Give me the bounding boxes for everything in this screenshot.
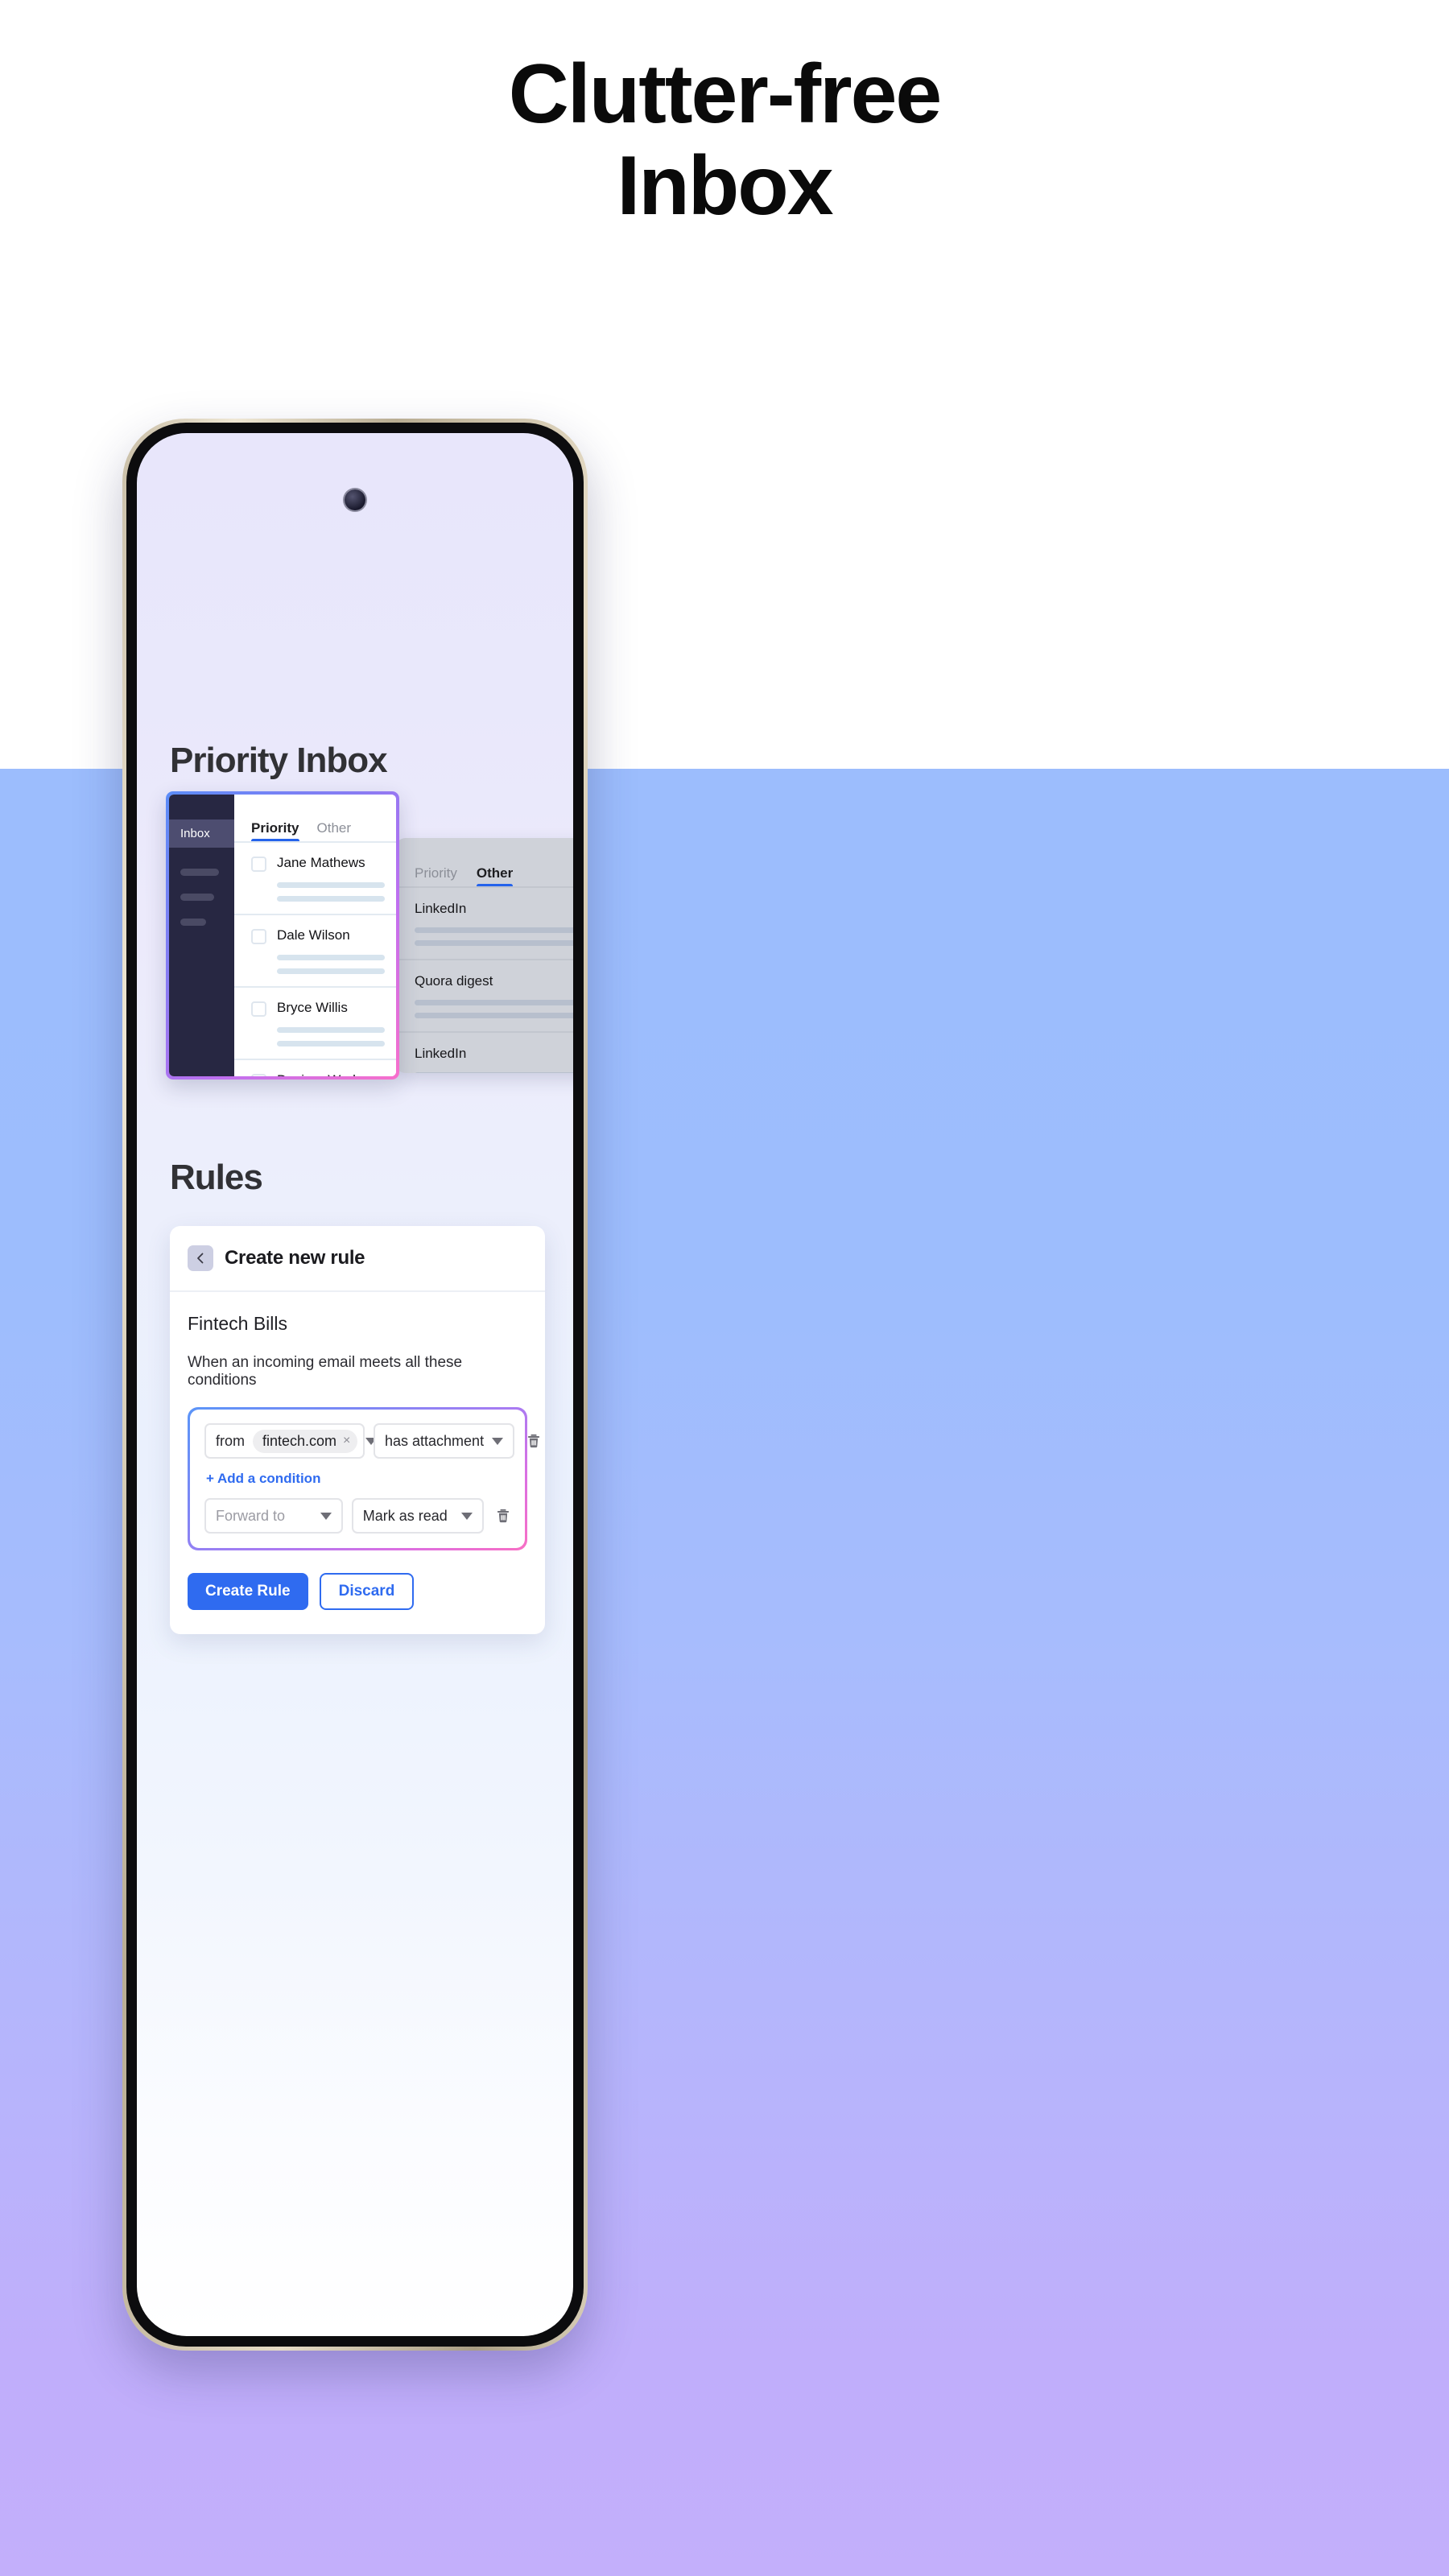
placeholder-line (415, 940, 573, 946)
other-sender-name: Quora digest (415, 973, 493, 989)
other-card-tabs: Priority Other (395, 838, 573, 888)
tab-priority-other-card[interactable]: Priority (415, 865, 457, 888)
mail-list-item[interactable]: Jane Mathews (234, 843, 396, 915)
chevron-down-icon[interactable] (492, 1437, 504, 1445)
placeholder-line (277, 896, 385, 902)
priority-mail-card[interactable]: Inbox Priority Other Jane Mathews Dale W… (166, 791, 399, 1080)
rule-actions: Create Rule Discard (188, 1573, 527, 1610)
mail-item-body: Desirae Workman (277, 1072, 386, 1076)
mail-select-checkbox[interactable] (251, 1074, 266, 1076)
other-list-item[interactable]: LinkedIn (395, 888, 573, 960)
mail-list-column: Priority Other Jane Mathews Dale Wilson … (234, 795, 396, 1076)
page-title-rules: Rules (170, 1158, 263, 1197)
mail-list-item[interactable]: Desirae Workman (234, 1060, 396, 1076)
phone-bezel: Priority Inbox Priority Other LinkedIn Q… (126, 423, 584, 2347)
other-list-item[interactable]: Quora digest (395, 960, 573, 1033)
other-sender-name: LinkedIn (415, 1046, 467, 1061)
mail-item-body: Dale Wilson (277, 927, 385, 974)
chevron-left-icon[interactable] (188, 1245, 213, 1271)
action-target-placeholder: Forward to (216, 1507, 286, 1524)
placeholder-line (277, 1027, 385, 1033)
mail-select-checkbox[interactable] (251, 857, 266, 872)
inbox-illustration-group: Priority Other LinkedIn Quora digest Lin… (137, 791, 573, 1097)
create-rule-title: Create new rule (225, 1247, 365, 1269)
rule-name-value: Fintech Bills (188, 1313, 287, 1334)
condition-field-label: from (216, 1432, 245, 1449)
trash-icon[interactable] (523, 1430, 544, 1451)
other-mail-card[interactable]: Priority Other LinkedIn Quora digest Lin… (395, 838, 573, 1073)
discard-button[interactable]: Discard (319, 1573, 415, 1610)
page-headline: Clutter-free Inbox (0, 48, 1449, 233)
other-sender-name: LinkedIn (415, 901, 467, 916)
create-rule-body: Fintech Bills When an incoming email mee… (170, 1292, 545, 1634)
mail-item-body: Bryce Willis (277, 1000, 385, 1046)
sidebar-placeholder-item[interactable] (180, 919, 206, 926)
placeholder-line (415, 927, 573, 933)
phone-device-frame: Priority Inbox Priority Other LinkedIn Q… (122, 419, 588, 2351)
page-title-priority-inbox: Priority Inbox (170, 741, 388, 780)
condition-field-select[interactable]: from fintech.com × (204, 1423, 378, 1459)
tab-priority[interactable]: Priority (251, 820, 299, 843)
mail-select-checkbox[interactable] (251, 929, 266, 944)
front-camera-icon (345, 489, 365, 510)
create-rule-button[interactable]: Create Rule (188, 1573, 308, 1610)
condition-row: from fintech.com × has attachment (204, 1423, 540, 1459)
phone-screen: Priority Inbox Priority Other LinkedIn Q… (137, 433, 573, 2336)
mail-sidebar: Inbox (169, 795, 234, 1076)
action-target-select[interactable]: Forward to (204, 1498, 343, 1534)
chip-label: fintech.com (262, 1432, 337, 1449)
add-condition-link[interactable]: + Add a condition (206, 1471, 514, 1487)
mail-sender-name: Desirae Workman (277, 1072, 386, 1076)
conditions-panel: from fintech.com × has attachment + Add … (188, 1407, 540, 1550)
action-row: Forward to Mark as read (204, 1498, 514, 1534)
tab-other[interactable]: Other (317, 820, 352, 843)
mail-sender-name: Jane Mathews (277, 855, 365, 870)
mail-item-body: Jane Mathews (277, 855, 385, 902)
mail-list-item[interactable]: Bryce Willis (234, 988, 396, 1060)
action-type-select[interactable]: Mark as read (351, 1498, 484, 1534)
placeholder-line (277, 882, 385, 888)
sidebar-item-inbox[interactable]: Inbox (169, 819, 234, 848)
chevron-down-icon[interactable] (320, 1512, 332, 1520)
sidebar-placeholder-item[interactable] (180, 869, 219, 876)
mail-sender-name: Bryce Willis (277, 1000, 348, 1015)
other-list-item[interactable]: LinkedIn (395, 1033, 573, 1073)
create-rule-card: Create new rule Fintech Bills When an in… (170, 1226, 545, 1634)
tab-other-other-card[interactable]: Other (476, 865, 514, 888)
chevron-down-icon[interactable] (461, 1512, 473, 1520)
rule-description: When an incoming email meets all these c… (188, 1354, 463, 1389)
mail-sender-name: Dale Wilson (277, 927, 350, 943)
headline-line-2: Inbox (617, 139, 833, 233)
mail-list-item[interactable]: Dale Wilson (234, 915, 396, 988)
condition-operator-select[interactable]: has attachment (374, 1423, 515, 1459)
placeholder-line (277, 955, 385, 960)
headline-line-1: Clutter-free (508, 47, 943, 141)
chip-remove-icon[interactable]: × (343, 1435, 350, 1447)
placeholder-line (415, 1000, 573, 1005)
placeholder-line (415, 1013, 573, 1018)
condition-operator-label: has attachment (385, 1432, 485, 1449)
poster-root: Clutter-free Inbox Priority Inbox Priori… (0, 0, 1449, 2576)
trash-icon[interactable] (493, 1505, 514, 1526)
priority-card-tabs: Priority Other (234, 795, 396, 843)
priority-card-body: Inbox Priority Other Jane Mathews Dale W… (169, 795, 396, 1076)
condition-value-chip[interactable]: fintech.com × (253, 1429, 358, 1453)
placeholder-line (277, 1041, 385, 1046)
create-rule-header: Create new rule (170, 1226, 545, 1292)
mail-select-checkbox[interactable] (251, 1001, 266, 1017)
conditions-panel-inner: from fintech.com × has attachment + Add … (190, 1410, 540, 1548)
sidebar-placeholder-item[interactable] (180, 894, 214, 901)
placeholder-line (277, 968, 385, 974)
placeholder-line (415, 1072, 573, 1073)
action-type-label: Mark as read (362, 1507, 448, 1524)
